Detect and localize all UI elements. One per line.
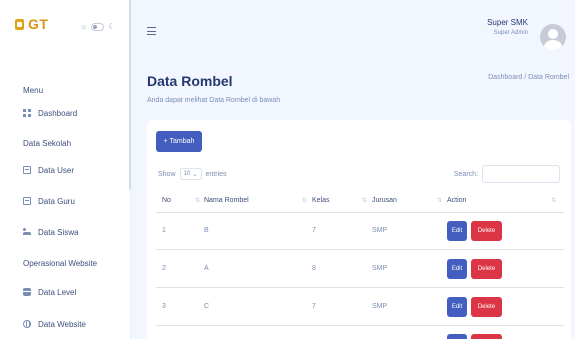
sidebar-scrollbar[interactable] [129, 0, 131, 190]
edit-button[interactable] [447, 334, 467, 339]
row-divider [156, 249, 564, 250]
add-button[interactable]: + Tambah [156, 131, 202, 152]
search-control: Search: [454, 165, 560, 183]
cell-jurusan: SMP [372, 265, 388, 272]
theme-toggle[interactable]: ☼ ☾ [80, 22, 116, 31]
avatar[interactable] [540, 24, 566, 50]
row-divider [156, 325, 564, 326]
sidebar-item-label: Data Website [38, 319, 86, 329]
edit-button[interactable]: Edit [447, 221, 467, 241]
entries-value: 10 [183, 171, 191, 177]
cell-kelas: 8 [312, 265, 316, 272]
delete-button[interactable] [471, 334, 502, 339]
cell-kelas: 7 [312, 227, 316, 234]
sort-icon[interactable]: ⇅ [195, 197, 200, 204]
sidebar-item-data-siswa[interactable]: Data Siswa [23, 225, 78, 239]
moon-icon: ☾ [108, 22, 116, 31]
sidebar-item-label: Data User [38, 165, 75, 175]
brand-logo[interactable]: GT [15, 16, 48, 32]
user-info[interactable]: Super SMK Super Admin [487, 18, 528, 36]
sidebar: GT ☼ ☾ Menu Dashboard Data Sekolah Data … [0, 0, 131, 339]
edit-button[interactable]: Edit [447, 297, 467, 317]
sidebar-item-label: Data Level [38, 287, 77, 297]
column-header-no[interactable]: No [162, 197, 171, 204]
search-input[interactable] [482, 165, 560, 183]
column-header-nama-rombel[interactable]: Nama Rombel [204, 197, 249, 204]
sidebar-item-dashboard[interactable]: Dashboard [23, 106, 77, 120]
user-role: Super Admin [493, 30, 528, 36]
show-label: Show [158, 170, 176, 178]
delete-button[interactable]: Delete [471, 297, 502, 317]
logo-icon [15, 18, 24, 30]
database-icon [23, 288, 31, 296]
sidebar-item-data-guru[interactable]: Data Guru [23, 194, 75, 208]
column-header-kelas[interactable]: Kelas [312, 197, 330, 204]
sort-icon[interactable]: ⇅ [437, 197, 442, 204]
sort-icon[interactable]: ⇅ [551, 197, 556, 204]
hamburger-menu-icon[interactable] [147, 27, 156, 35]
column-header-action[interactable]: Action [447, 197, 466, 204]
page-title: Data Rombel [147, 73, 233, 89]
app-root: GT ☼ ☾ Menu Dashboard Data Sekolah Data … [0, 0, 575, 339]
people-icon [23, 228, 31, 236]
menu-title: Menu [23, 86, 44, 95]
breadcrumb[interactable]: Dashboard / Data Rombel [488, 74, 569, 81]
cell-jurusan: SMP [372, 303, 388, 310]
sort-icon[interactable]: ⇅ [302, 197, 307, 204]
column-header-jurusan[interactable]: Jurusan [372, 197, 397, 204]
cell-nama-rombel: B [204, 227, 209, 234]
cell-jurusan: SMP [372, 227, 388, 234]
teacher-icon [23, 197, 31, 205]
sidebar-item-label: Dashboard [38, 108, 78, 118]
entries-label: entries [205, 170, 227, 178]
chevron-down-icon: ⌄ [192, 171, 198, 178]
sidebar-item-data-user[interactable]: Data User [23, 163, 74, 177]
user-name: Super SMK [487, 18, 528, 27]
user-card-icon [23, 166, 31, 174]
sidebar-item-label: Data Siswa [38, 227, 79, 237]
sidebar-item-data-website[interactable]: Data Website [23, 317, 86, 331]
sidebar-item-data-level[interactable]: Data Level [23, 285, 76, 299]
toggle-switch[interactable] [91, 22, 105, 31]
globe-icon [23, 320, 31, 328]
grid-icon [23, 109, 31, 117]
search-label: Search: [453, 170, 478, 178]
sidebar-item-label: Data Guru [38, 196, 75, 206]
cell-nama-rombel: A [204, 265, 209, 272]
cell-no: 2 [162, 265, 166, 272]
cell-nama-rombel: C [204, 303, 210, 310]
cell-no: 3 [162, 303, 166, 310]
header-divider [156, 212, 564, 213]
brand-text: GT [28, 16, 49, 32]
section-operasional: Operasional Website [23, 259, 98, 268]
sort-icon[interactable]: ⇅ [362, 197, 367, 204]
section-data-sekolah: Data Sekolah [23, 139, 72, 148]
table-card: + Tambah Show 10 ⌄ entries Search: No ⇅ … [147, 120, 571, 339]
sun-icon: ☼ [80, 22, 88, 31]
cell-no: 1 [162, 227, 166, 234]
edit-button[interactable]: Edit [447, 259, 467, 279]
entries-select[interactable]: 10 ⌄ [179, 168, 202, 180]
cell-kelas: 7 [312, 303, 316, 310]
page-subtitle: Anda dapat melihat Data Rombel di bawah [147, 97, 281, 104]
row-divider [156, 287, 564, 288]
delete-button[interactable]: Delete [471, 259, 502, 279]
delete-button[interactable]: Delete [471, 221, 502, 241]
entries-control: Show 10 ⌄ entries [158, 168, 227, 180]
